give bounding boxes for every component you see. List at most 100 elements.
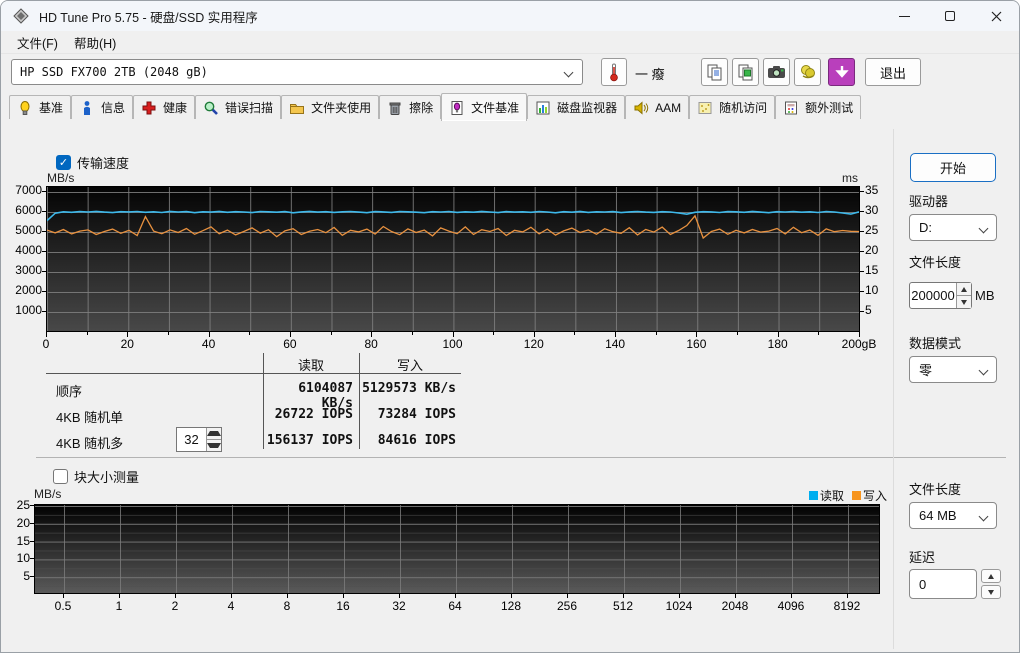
chevron-down-icon <box>978 511 989 522</box>
spin-up-button[interactable] <box>207 428 221 439</box>
axis-tick <box>860 231 864 232</box>
down-arrow-icon <box>834 66 849 78</box>
drive-select[interactable]: D: <box>909 214 997 241</box>
y-axis-tick-label: 20 <box>16 515 30 530</box>
tab-random-access[interactable]: 随机访问 <box>689 95 776 119</box>
title-bar: HD Tune Pro 5.75 - 硬盘/SSD 实用程序 <box>1 1 1019 31</box>
axis-tick <box>42 251 46 252</box>
random-access-icon <box>698 101 712 114</box>
top-chart-unit-left: MB/s <box>47 171 75 185</box>
data-mode-label: 数据模式 <box>909 336 962 351</box>
y-axis-tick-label: 4000 <box>15 243 42 257</box>
delay-input[interactable]: 0 <box>909 569 977 599</box>
y-axis-tick-label: 6000 <box>15 203 42 217</box>
minimize-button[interactable] <box>881 1 927 31</box>
tab-info[interactable]: 信息 <box>71 95 134 119</box>
tab-health[interactable]: 健康 <box>133 95 196 119</box>
up-arrow-icon <box>207 431 221 436</box>
device-select[interactable]: HP SSD FX700 2TB (2048 gB) <box>11 59 583 85</box>
axis-tick <box>411 332 413 335</box>
queue-depth-value: 32 <box>184 432 199 447</box>
x-axis-tick-label: 20 <box>120 337 134 351</box>
top-chart-unit-right: ms <box>842 171 858 185</box>
copy-image-button[interactable] <box>732 58 759 86</box>
spin-down-button[interactable] <box>957 295 971 308</box>
tab-label: 文件基准 <box>471 101 520 115</box>
row-label: 4KB 随机单 <box>56 410 124 425</box>
down-arrow-icon <box>961 299 967 305</box>
axis-tick <box>30 505 34 506</box>
transfer-speed-checkbox[interactable]: ✓ 传输速度 <box>56 153 129 172</box>
x-axis-tick-label: 0.5 <box>54 599 72 613</box>
axis-tick <box>791 594 792 598</box>
exit-button[interactable]: 退出 <box>865 58 921 86</box>
axis-tick <box>655 332 657 335</box>
x-axis-tick-label: 80 <box>364 337 378 351</box>
x-axis-tick-label: 40 <box>201 337 216 351</box>
y-axis-tick-label: 5 <box>865 303 872 317</box>
tab-erase[interactable]: 擦除 <box>379 95 442 119</box>
spin-down-button[interactable] <box>207 439 221 451</box>
tab-folder-usage[interactable]: 文件夹使用 <box>281 95 380 119</box>
tab-label: AAM <box>655 100 682 115</box>
spinner-buttons <box>206 428 221 451</box>
copy-text-button[interactable] <box>701 58 728 86</box>
benchmark-icon <box>20 100 30 115</box>
results-table: 读取 写入 顺序 6104087 KB/s 5129573 KB/s 4KB 随机单 267… <box>46 353 461 452</box>
screenshot-button[interactable] <box>763 58 790 86</box>
menu-file[interactable]: 文件(F) <box>9 31 66 54</box>
col-header-write: 写入 <box>396 358 423 373</box>
axis-tick <box>847 594 848 598</box>
maximize-button[interactable] <box>927 1 973 31</box>
axis-tick <box>42 291 46 292</box>
tab-label: 随机访问 <box>719 101 768 115</box>
queue-depth-spinner[interactable]: 32 <box>176 427 222 452</box>
start-button[interactable]: 开始 <box>910 153 996 182</box>
x-axis-tick-label: 0 <box>42 337 50 351</box>
file-length-spinner[interactable]: 200000 <box>909 282 972 309</box>
axis-tick <box>287 594 288 598</box>
exit-button-label: 退出 <box>879 65 906 81</box>
write-value: 5129573 KB/s <box>362 381 456 396</box>
axis-tick <box>777 332 779 337</box>
close-button[interactable] <box>973 1 1019 31</box>
delay-value: 0 <box>919 576 927 592</box>
y-axis-tick-label: 10 <box>16 551 30 566</box>
up-arrow-icon <box>961 286 967 292</box>
data-mode-select[interactable]: 零 <box>909 356 997 383</box>
tab-disk-monitor[interactable]: 磁盘监视器 <box>527 95 626 119</box>
file-length2-select[interactable]: 64 MB <box>909 502 997 529</box>
axis-tick <box>119 594 120 598</box>
x-axis-tick-label: 512 <box>612 599 634 613</box>
x-axis-tick-label: 2 <box>171 599 179 613</box>
axis-tick <box>696 332 698 337</box>
copy-image-icon <box>738 64 752 81</box>
file-length-label: 文件长度 <box>909 255 962 270</box>
tab-error-scan[interactable]: 错误扫描 <box>195 95 282 119</box>
block-size-checkbox[interactable]: 块大小测量 <box>53 467 139 486</box>
x-axis-tick-label: 64 <box>448 599 462 613</box>
y-axis-tick-label: 20 <box>865 243 879 257</box>
block-size-chart <box>34 504 880 594</box>
download-results-button[interactable] <box>828 58 855 86</box>
file-length-value: 200000 <box>911 288 955 303</box>
error-scan-icon <box>204 101 218 115</box>
spin-up-button[interactable] <box>957 283 971 295</box>
tab-label: 基准 <box>39 101 64 115</box>
tab-benchmark[interactable]: 基准 <box>9 95 72 119</box>
y-axis-tick-label: 25 <box>16 498 30 512</box>
delay-up-button[interactable] <box>981 569 1001 583</box>
axis-tick <box>818 332 820 335</box>
app-window: HD Tune Pro 5.75 - 硬盘/SSD 实用程序 文件(F) 帮助(H… <box>0 0 1020 653</box>
axis-tick <box>42 191 46 192</box>
tab-extra-tests[interactable]: 额外测试 <box>775 95 862 119</box>
tab-label: 错误扫描 <box>225 101 274 115</box>
tab-label: 信息 <box>101 101 126 115</box>
menu-help[interactable]: 帮助(H) <box>66 31 124 54</box>
delay-down-button[interactable] <box>981 585 1001 599</box>
temperature-button[interactable] <box>601 58 627 86</box>
tab-file-benchmark[interactable]: 文件基准 <box>441 93 528 121</box>
x-axis-tick-label: 8192 <box>833 599 861 613</box>
tab-aam[interactable]: AAM <box>625 95 690 119</box>
donate-button[interactable] <box>794 58 821 86</box>
